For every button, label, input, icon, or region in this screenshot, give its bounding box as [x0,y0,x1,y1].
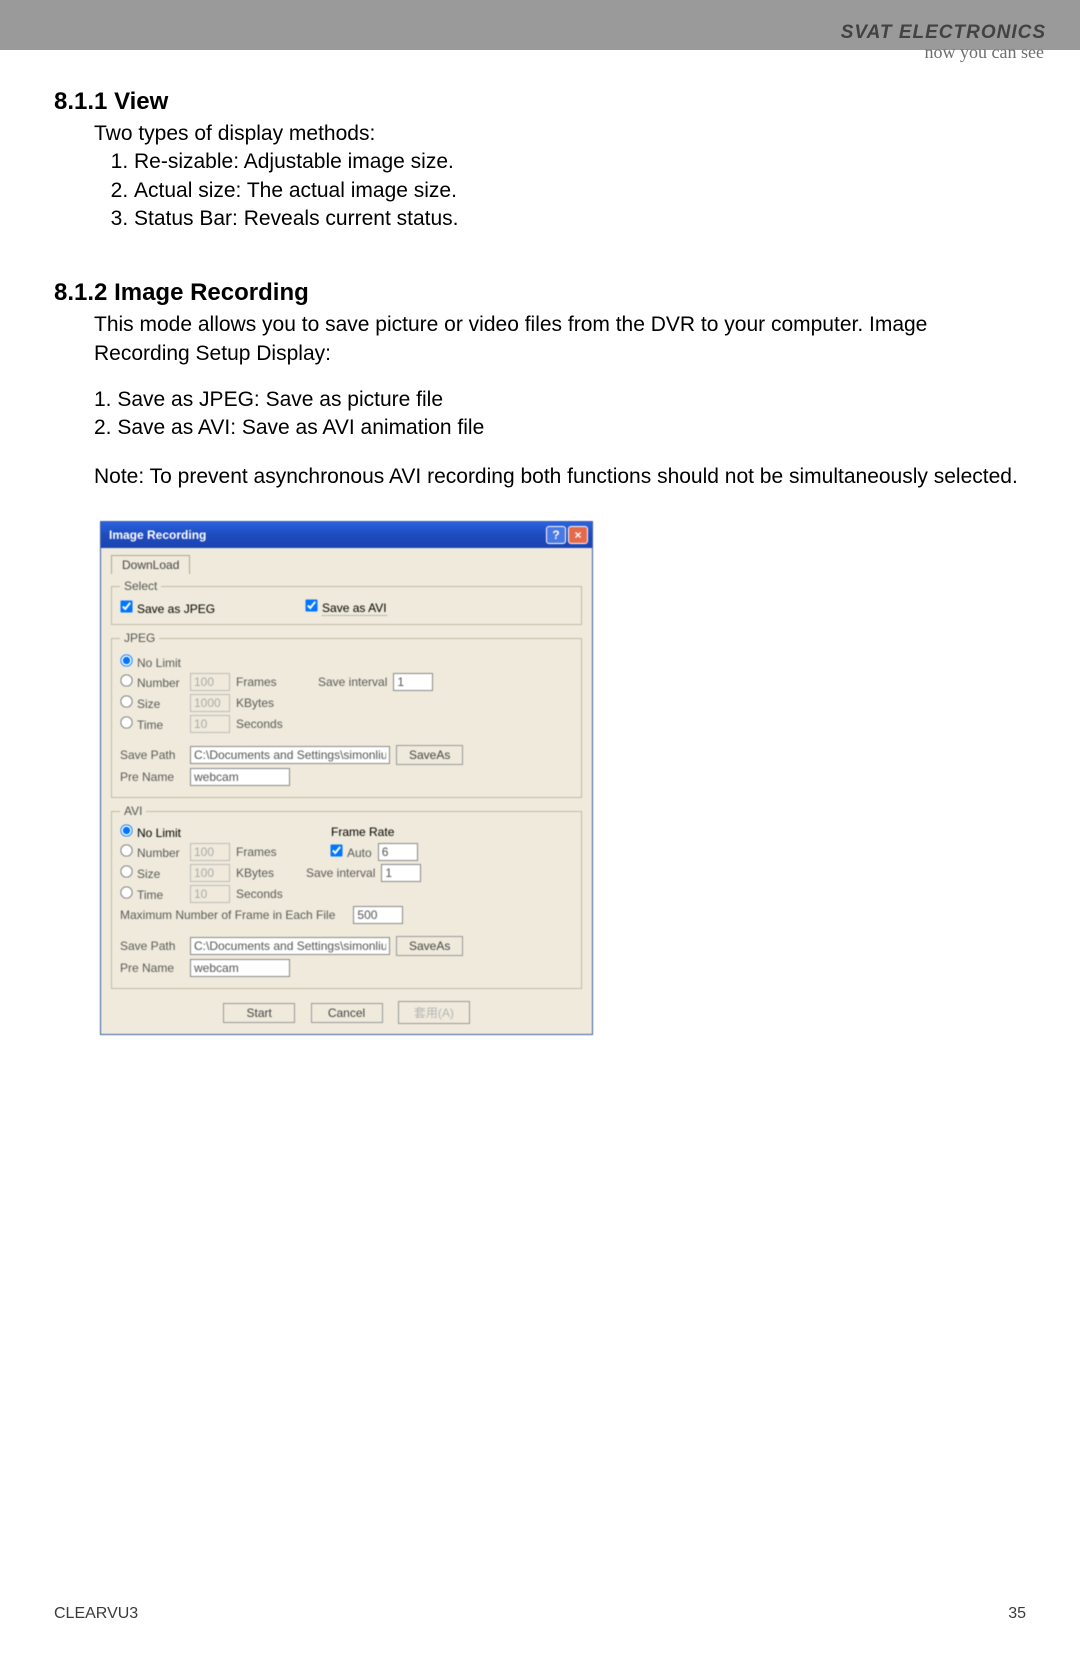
close-icon[interactable]: × [568,526,588,544]
jpeg-save-interval-label: Save interval [318,675,387,689]
help-icon[interactable]: ? [546,526,566,544]
avi-nolimit-radio[interactable]: No Limit [120,824,181,840]
jpeg-prename-input[interactable] [190,768,290,786]
header-bar: SVAT ELECTRONICS now you can see [0,0,1080,50]
view-item-3: Status Bar: Reveals current status. [134,205,1026,233]
avi-time-input[interactable] [190,885,230,903]
view-item-2: Actual size: The actual image size. [134,177,1026,205]
view-item-1: Re-sizable: Adjustable image size. [134,148,1026,176]
seconds-label: Seconds [236,717,288,731]
avi-save-interval-input[interactable] [381,864,421,882]
maxframes-input[interactable] [353,906,403,924]
avi-time-radio[interactable]: Time [120,886,184,902]
jpeg-save-interval-input[interactable] [393,673,433,691]
dialog-button-row: Start Cancel 套用(A) [111,1001,582,1024]
jpeg-size-input[interactable] [190,694,230,712]
section-recording-heading: 8.1.2 Image Recording [54,279,1026,307]
footer-page-number: 35 [1008,1605,1026,1623]
footer-model: CLEARVU3 [54,1605,138,1623]
avi-number-input[interactable] [190,843,230,861]
jpeg-legend: JPEG [120,631,159,645]
select-fieldset: Select Save as JPEG Save as AVI [111,579,582,625]
jpeg-savepath-input[interactable] [190,746,390,764]
jpeg-prename-label: Pre Name [120,770,184,784]
frames-label: Frames [236,675,288,689]
avi-fieldset: AVI No Limit Frame Rate Number Frames Au… [111,804,582,989]
framerate-label: Frame Rate [331,825,394,839]
avi-auto-input[interactable] [378,843,418,861]
avi-legend: AVI [120,804,146,818]
jpeg-number-radio[interactable]: Number [120,674,184,690]
jpeg-savepath-label: Save Path [120,748,184,762]
avi-number-radio[interactable]: Number [120,844,184,860]
recording-note: Note: To prevent asynchronous AVI record… [94,463,1026,491]
jpeg-time-input[interactable] [190,715,230,733]
jpeg-nolimit-radio[interactable]: No Limit [120,654,181,670]
maxframes-label: Maximum Number of Frame in Each File [120,908,335,922]
view-list: Re-sizable: Adjustable image size. Actua… [118,148,1026,233]
avi-saveas-button[interactable]: SaveAs [396,936,463,956]
brand-name: SVAT ELECTRONICS [841,22,1046,43]
cancel-button[interactable]: Cancel [311,1003,383,1023]
section-view-heading: 8.1.1 View [54,88,1026,116]
save-as-jpeg-checkbox[interactable]: Save as JPEG [120,600,215,616]
avi-size-input[interactable] [190,864,230,882]
avi-seconds-label: Seconds [236,887,288,901]
avi-savepath-label: Save Path [120,939,184,953]
avi-save-interval-label: Save interval [306,866,375,880]
avi-kbytes-label: KBytes [236,866,288,880]
view-intro: Two types of display methods: [94,120,1026,148]
dialog-title: Image Recording [109,528,206,542]
avi-prename-input[interactable] [190,959,290,977]
jpeg-size-radio[interactable]: Size [120,695,184,711]
avi-frames-label: Frames [236,845,288,859]
jpeg-number-input[interactable] [190,673,230,691]
brand-block: SVAT ELECTRONICS now you can see [841,20,1046,63]
jpeg-saveas-button[interactable]: SaveAs [396,745,463,765]
avi-savepath-input[interactable] [190,937,390,955]
start-button[interactable]: Start [223,1003,295,1023]
tab-download[interactable]: DownLoad [111,555,190,574]
select-legend: Select [120,579,161,593]
dialog-titlebar[interactable]: Image Recording ? × [101,522,592,548]
jpeg-time-radio[interactable]: Time [120,716,184,732]
recording-i2: 2. Save as AVI: Save as AVI animation fi… [94,414,1026,442]
image-recording-dialog: Image Recording ? × DownLoad Select Save… [100,521,593,1035]
recording-i1: 1. Save as JPEG: Save as picture file [94,386,1026,414]
jpeg-fieldset: JPEG No Limit Number Frames Save interva… [111,631,582,798]
kbytes-label: KBytes [236,696,288,710]
avi-size-radio[interactable]: Size [120,865,184,881]
page-footer: CLEARVU3 35 [54,1605,1026,1623]
brand-tagline: now you can see [841,42,1044,63]
recording-p1: This mode allows you to save picture or … [94,311,1026,368]
avi-auto-checkbox[interactable]: Auto [330,844,372,860]
avi-prename-label: Pre Name [120,961,184,975]
save-as-avi-checkbox[interactable]: Save as AVI [305,599,386,616]
apply-button[interactable]: 套用(A) [398,1001,470,1024]
